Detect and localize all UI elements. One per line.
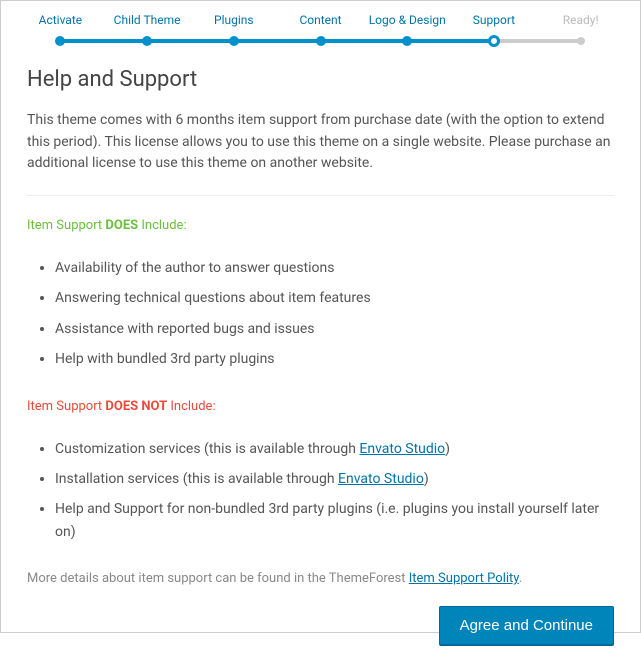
step-activate[interactable]: Activate: [17, 13, 104, 39]
step-dot-icon: [229, 36, 239, 46]
envato-studio-link[interactable]: Envato Studio: [338, 471, 424, 487]
step-dot-icon: [577, 37, 585, 45]
list-item: Assistance with reported bugs and issues: [55, 318, 614, 340]
step-label: Content: [277, 13, 364, 27]
list-item: Help with bundled 3rd party plugins: [55, 348, 614, 370]
excludes-heading: Item Support DOES NOT Include:: [27, 399, 614, 414]
step-dot-icon: [488, 35, 500, 47]
envato-studio-link[interactable]: Envato Studio: [359, 441, 445, 457]
list-item: Installation services (this is available…: [55, 468, 614, 490]
item-support-policy-link[interactable]: Item Support Polity: [409, 571, 519, 586]
step-label: Activate: [17, 13, 104, 27]
list-item: Customization services (this is availabl…: [55, 438, 614, 460]
wizard-stepper: Activate Child Theme Plugins Content Log…: [1, 1, 640, 39]
step-ready: Ready!: [537, 13, 624, 39]
page-title: Help and Support: [27, 67, 614, 92]
divider: [27, 195, 614, 196]
step-dot-icon: [55, 36, 65, 46]
step-logo-design[interactable]: Logo & Design: [364, 13, 451, 39]
step-dot-icon: [316, 36, 326, 46]
list-item: Availability of the author to answer que…: [55, 257, 614, 279]
step-child-theme[interactable]: Child Theme: [104, 13, 191, 39]
step-dot-icon: [142, 36, 152, 46]
excludes-list: Customization services (this is availabl…: [27, 438, 614, 544]
list-item: Answering technical questions about item…: [55, 287, 614, 309]
step-label: Child Theme: [104, 13, 191, 27]
step-support[interactable]: Support: [451, 13, 538, 39]
step-content[interactable]: Content: [277, 13, 364, 39]
step-label: Plugins: [190, 13, 277, 27]
includes-heading: Item Support DOES Include:: [27, 218, 614, 233]
button-row: Agree and Continue: [27, 606, 614, 645]
intro-text: This theme comes with 6 months item supp…: [27, 110, 614, 175]
footer-note: More details about item support can be f…: [27, 571, 614, 586]
step-dot-icon: [402, 36, 412, 46]
agree-continue-button[interactable]: Agree and Continue: [439, 606, 614, 645]
step-label: Ready!: [537, 13, 624, 27]
step-label: Logo & Design: [364, 13, 451, 27]
includes-list: Availability of the author to answer que…: [27, 257, 614, 371]
main-content: Help and Support This theme comes with 6…: [1, 39, 640, 667]
list-item: Help and Support for non-bundled 3rd par…: [55, 498, 614, 543]
step-label: Support: [451, 13, 538, 27]
step-plugins[interactable]: Plugins: [190, 13, 277, 39]
